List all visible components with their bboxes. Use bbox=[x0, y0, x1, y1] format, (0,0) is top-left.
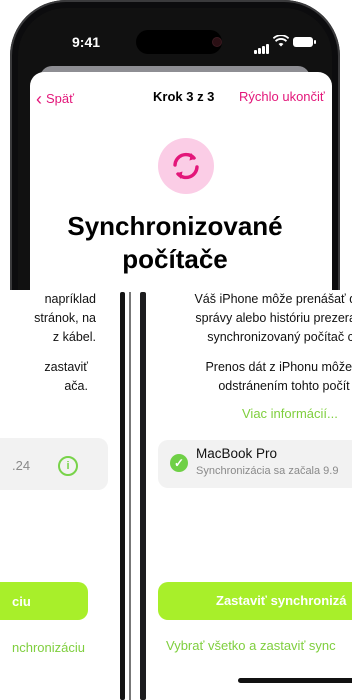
info-icon[interactable]: i bbox=[58, 456, 78, 476]
page-title: Synchronizované počítače bbox=[30, 210, 320, 276]
left-panel: napríklad stránok, na z kábel. zastaviť … bbox=[0, 290, 118, 700]
select-all-stop-sync-link[interactable]: Vybrať všetko a zastaviť sync bbox=[166, 638, 336, 653]
seam-edge-right bbox=[140, 292, 146, 700]
right-description: Váš iPhone môže prenášať dáta správy ale… bbox=[194, 292, 352, 344]
more-info-link[interactable]: Viac informácií... bbox=[242, 406, 338, 421]
camera-icon bbox=[213, 38, 221, 46]
device-name: MacBook Pro bbox=[196, 446, 278, 461]
device-sync-status: Synchronizácia sa začala 9.9 bbox=[196, 465, 339, 477]
battery-icon bbox=[293, 37, 316, 47]
dynamic-island bbox=[136, 30, 222, 54]
back-button[interactable]: ‹ Späť bbox=[36, 89, 74, 110]
wifi-icon bbox=[273, 35, 289, 47]
sync-arrows-icon bbox=[173, 152, 199, 180]
seam-edge-left bbox=[120, 292, 125, 700]
step-title: Krok 3 z 3 bbox=[153, 89, 215, 104]
left-description-2: zastaviť ača. bbox=[44, 360, 88, 393]
back-label: Späť bbox=[46, 91, 75, 106]
sync-icon-badge bbox=[158, 138, 214, 194]
right-description-2: Prenos dát z iPhonu môžete odstránením t… bbox=[205, 360, 352, 393]
title-line-1: Synchronizované bbox=[67, 211, 283, 241]
checkmark-circle-icon: ✓ bbox=[170, 454, 188, 472]
left-secondary-link[interactable]: nchronizáciu bbox=[12, 640, 85, 655]
seam-divider bbox=[129, 292, 131, 700]
status-time: 9:41 bbox=[72, 34, 101, 50]
right-panel: Váš iPhone môže prenášať dáta správy ale… bbox=[154, 290, 352, 700]
left-button-label: ciu bbox=[12, 594, 31, 609]
left-description: napríklad stránok, na z kábel. bbox=[34, 292, 96, 344]
home-indicator bbox=[238, 678, 352, 683]
left-card-value: .24 bbox=[12, 458, 31, 473]
cellular-signal-icon bbox=[254, 36, 270, 54]
stop-sync-label: Zastaviť synchronizá bbox=[216, 593, 347, 608]
title-line-2: počítače bbox=[122, 244, 228, 274]
chevron-left-icon: ‹ bbox=[36, 89, 42, 109]
quick-exit-button[interactable]: Rýchlo ukončiť bbox=[239, 89, 325, 104]
